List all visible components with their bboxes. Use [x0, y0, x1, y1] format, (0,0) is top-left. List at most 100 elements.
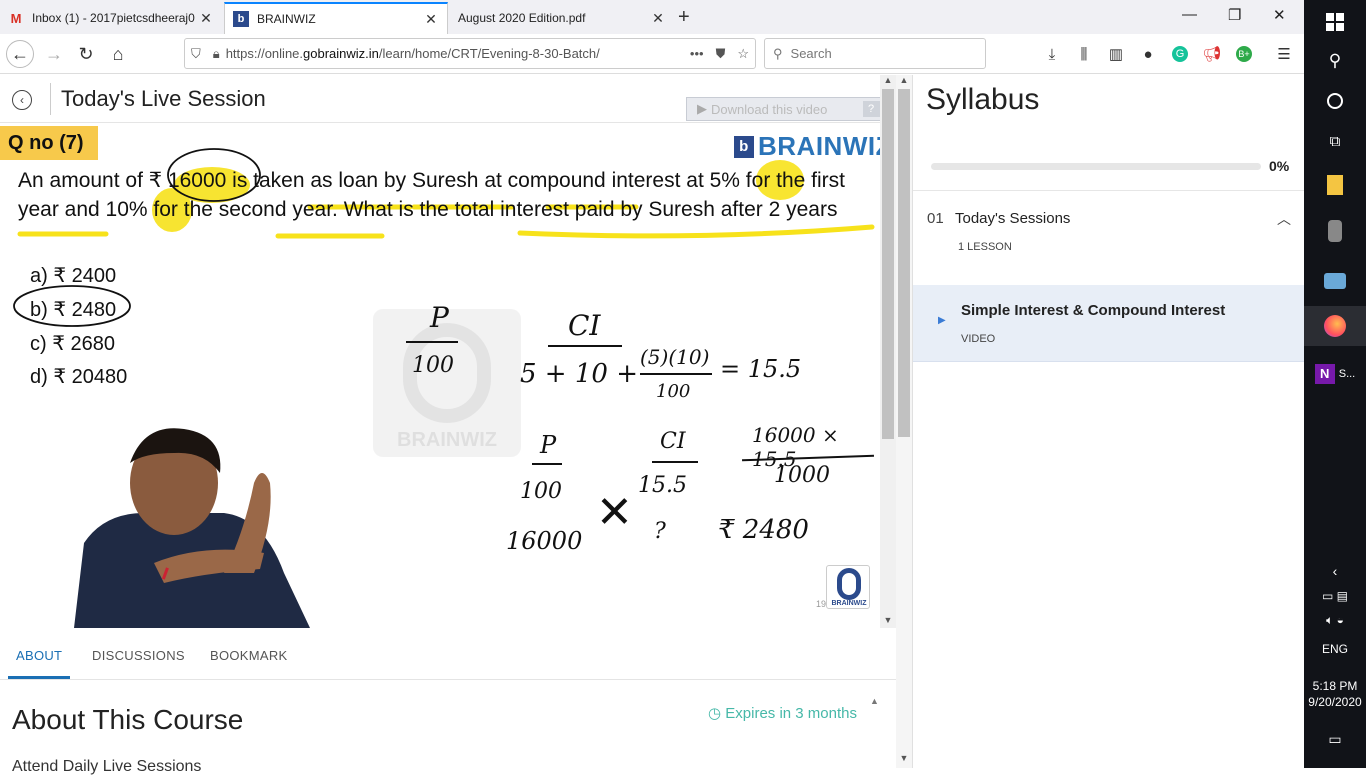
tab-pdf[interactable]: August 2020 Edition.pdf ✕	[450, 2, 674, 34]
cortana-icon[interactable]	[1304, 86, 1366, 116]
brainwiz-icon: b	[233, 11, 249, 27]
clock[interactable]: 5:18 PM 9/20/2020	[1304, 678, 1366, 710]
scroll-thumb[interactable]	[882, 89, 894, 439]
notification-icon[interactable]: ▭	[1304, 728, 1366, 750]
lesson-title: Simple Interest & Compound Interest	[961, 302, 1226, 319]
brainwiz-icon	[837, 568, 861, 600]
reload-button[interactable]: ↻	[72, 40, 100, 68]
tab-brainwiz[interactable]: b BRAINWIZ ✕	[224, 2, 448, 34]
player-scrollbar[interactable]: ▲ ▼	[880, 75, 896, 628]
hw-ci2: CI	[660, 429, 686, 454]
about-text: Attend Daily Live Sessions	[12, 758, 202, 775]
back-arrow-icon[interactable]: ‹	[12, 90, 32, 110]
volume-icon[interactable]: 🔈︎ ◒	[1304, 610, 1366, 630]
download-icon[interactable]: ⤓	[1042, 44, 1062, 64]
about-title: About This Course	[12, 704, 244, 735]
language-indicator[interactable]: ENG	[1304, 642, 1366, 656]
home-button[interactable]: ⌂	[104, 40, 132, 68]
gmail-icon: M	[10, 10, 22, 26]
megaphone-icon[interactable]: 📢︎	[1202, 44, 1222, 64]
browser-tab-bar: M Inbox (1) - 2017pietcsdheeraj0 ✕ b BRA…	[0, 0, 1304, 34]
page-scrollbar[interactable]: ▲ ▼	[896, 75, 912, 768]
tab-discussions[interactable]: DISCUSSIONS	[92, 648, 185, 663]
play-icon: ▶	[938, 315, 946, 326]
battery-network-icon[interactable]: ▭ ▤	[1304, 586, 1366, 606]
section-number: 01	[927, 210, 944, 227]
windows-start-icon[interactable]	[1304, 6, 1366, 38]
close-icon[interactable]: ✕	[650, 10, 666, 27]
scroll-up-icon[interactable]: ▲	[882, 75, 894, 87]
menu-icon[interactable]: ☰	[1274, 44, 1294, 64]
onenote-icon: N	[1314, 364, 1335, 384]
account-icon[interactable]: ●	[1138, 44, 1158, 64]
task-view-icon[interactable]: ⧉	[1304, 126, 1366, 156]
restore-button[interactable]: ❐	[1228, 6, 1241, 24]
sidebar-icon[interactable]: ▥	[1106, 44, 1126, 64]
lesson-type: VIDEO	[961, 333, 996, 345]
help-icon[interactable]: ?	[863, 101, 879, 117]
tab-gmail-inbox[interactable]: M Inbox (1) - 2017pietcsdheeraj0 ✕	[0, 2, 222, 34]
scroll-down-icon[interactable]: ▼	[882, 615, 894, 627]
close-icon[interactable]: ✕	[423, 11, 439, 28]
close-icon[interactable]: ✕	[198, 10, 214, 27]
forward-button[interactable]: →	[40, 40, 68, 68]
about-section: About This Course ◷ Expires in 3 months …	[0, 680, 882, 775]
syllabus-pane: Syllabus 0% 01 Today's Sessions 1 LESSON…	[912, 75, 1305, 768]
search-icon: ⚲	[773, 45, 783, 61]
clock-date: 9/20/2020	[1308, 695, 1362, 709]
file-explorer-icon[interactable]	[1304, 170, 1366, 200]
hw-p2: P	[540, 431, 557, 459]
hw-frac2-den: 1000	[774, 463, 830, 488]
section-title: Today's Sessions	[955, 210, 1071, 227]
about-scrollbar[interactable]: ▲	[870, 696, 882, 768]
page-actions-icon[interactable]: •••	[690, 46, 704, 61]
extension-icon[interactable]: B+	[1234, 44, 1254, 64]
onenote-taskbar-item[interactable]: N S...	[1304, 356, 1366, 392]
hw-times: ✕	[596, 487, 633, 538]
grammarly-icon[interactable]: G	[1170, 44, 1190, 64]
hw-p2-den: 100	[520, 479, 562, 504]
tab-about[interactable]: ABOUT	[16, 648, 62, 663]
scroll-thumb[interactable]	[898, 89, 910, 437]
pocket-icon[interactable]: ⛊	[716, 46, 726, 62]
video-player[interactable]: Q no (7) b BRAINWIZ An amount of ₹ 16000…	[0, 123, 880, 628]
search-icon[interactable]: ⚲	[1304, 46, 1366, 76]
url-bar[interactable]: ⛉ 🔒︎ https://online.gobrainwiz.in/learn/…	[184, 38, 756, 69]
progress-percent: 0%	[1269, 158, 1290, 174]
recorder-icon[interactable]	[1304, 216, 1366, 246]
close-window-button[interactable]: ✕	[1273, 6, 1286, 24]
hw-rule	[532, 463, 562, 465]
library-icon[interactable]: ⫼	[1074, 44, 1094, 64]
minimize-button[interactable]: —	[1182, 6, 1197, 23]
camera-icon[interactable]	[1304, 264, 1366, 298]
play-icon: ▶	[697, 101, 707, 116]
download-video-bar[interactable]: ▶ Download this video ? ✕	[686, 97, 896, 121]
browser-nav-bar: ← → ↻ ⌂ ⛉ 🔒︎ https://online.gobrainwiz.i…	[0, 34, 1304, 74]
page-content: ‹ Today's Live Session Q no (7) b BRAINW…	[0, 75, 1305, 775]
search-input[interactable]: ⚲ Search	[764, 38, 986, 69]
presenter-figure	[74, 428, 310, 628]
section-header[interactable]: 01 Today's Sessions 1 LESSON ︿	[913, 190, 1305, 285]
hw-eq1: 5 + 10 +	[520, 359, 638, 389]
scroll-up-icon[interactable]: ▲	[870, 696, 882, 706]
tab-bookmark[interactable]: BOOKMARK	[210, 648, 288, 663]
chevron-left-icon[interactable]: ‹	[1304, 560, 1366, 582]
chevron-up-icon[interactable]: ︿	[1277, 209, 1291, 229]
firefox-icon[interactable]	[1304, 306, 1366, 346]
url-text[interactable]: https://online.gobrainwiz.in/learn/home/…	[226, 46, 684, 61]
hw-row3-mid: ?	[654, 519, 666, 544]
scroll-up-icon[interactable]: ▲	[896, 75, 912, 85]
scroll-down-icon[interactable]: ▼	[896, 753, 912, 763]
hw-rule	[406, 341, 458, 343]
lock-icon[interactable]: 🔒︎	[213, 46, 220, 62]
new-tab-button[interactable]: +	[678, 6, 690, 29]
bookmark-star-icon[interactable]: ☆	[737, 46, 749, 62]
lesson-item[interactable]: ▶ Simple Interest & Compound Interest VI…	[913, 285, 1305, 362]
windows-logo	[1326, 13, 1344, 31]
back-button[interactable]: ←	[6, 40, 34, 68]
tab-title: Inbox (1) - 2017pietcsdheeraj0	[32, 11, 195, 25]
hw-frac-den: 100	[656, 381, 691, 402]
hw-ci2-val: 15.5	[638, 473, 687, 498]
shield-icon[interactable]: ⛉	[191, 46, 201, 62]
presenter-video	[74, 423, 310, 628]
